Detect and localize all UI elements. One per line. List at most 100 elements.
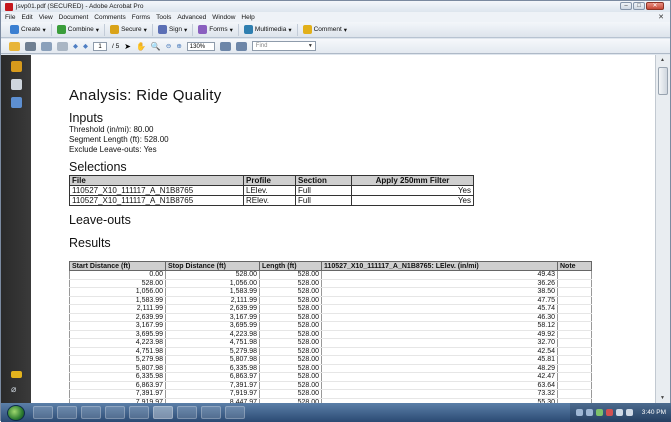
taskbar-app-icon[interactable] bbox=[129, 406, 149, 419]
lock-icon[interactable] bbox=[11, 61, 22, 72]
cell-start-distance: 3,695.99 bbox=[69, 330, 166, 339]
email-icon[interactable] bbox=[57, 41, 68, 51]
chevron-down-icon: ▾ bbox=[95, 26, 100, 34]
menu-comments[interactable]: Comments bbox=[94, 14, 125, 21]
cell-start-distance: 4,223.98 bbox=[69, 338, 166, 348]
scroll-up-icon[interactable]: ▲ bbox=[660, 57, 665, 63]
cell-iri-value: 42.54 bbox=[321, 347, 558, 356]
acrobat-window: jsvp01.pdf (SECURED) - Adobe Acrobat Pro… bbox=[0, 0, 671, 422]
zoom-out-icon[interactable]: ⊖ bbox=[166, 42, 171, 50]
clock[interactable]: 3:40 PM bbox=[642, 409, 666, 416]
open-folder-icon[interactable] bbox=[9, 41, 20, 51]
cell-length: 528.00 bbox=[259, 389, 322, 399]
attachment-icon[interactable]: ⌀ bbox=[11, 385, 22, 396]
pdf-page: Analysis: Ride Quality Inputs Threshold … bbox=[69, 55, 629, 403]
multimedia-label: Multimedia bbox=[254, 26, 287, 33]
taskbar-app-icon[interactable] bbox=[57, 406, 77, 419]
minimize-button[interactable]: – bbox=[620, 2, 632, 10]
marquee-zoom-icon[interactable]: 🔍 bbox=[151, 42, 161, 51]
cell-file: 110527_X10_111117_A_N1B8765 bbox=[69, 195, 244, 206]
table-row: 3,695.99 4,223.98 528.00 49.92 bbox=[69, 330, 592, 339]
print-icon[interactable] bbox=[25, 41, 36, 51]
header-stop-distance: Stop Distance (ft) bbox=[165, 261, 260, 271]
arrow-down-icon[interactable]: ◆ bbox=[83, 42, 88, 50]
cell-iri-value: 36.26 bbox=[321, 279, 558, 288]
selections-table: File Profile Section Apply 250mm Filter … bbox=[69, 175, 474, 206]
select-tool-icon[interactable]: ➤ bbox=[124, 42, 131, 51]
hand-tool-icon[interactable]: ✋ bbox=[136, 42, 146, 51]
header-section: Section bbox=[295, 175, 352, 186]
zoom-in-icon[interactable]: ⊕ bbox=[176, 42, 181, 50]
menu-edit[interactable]: Edit bbox=[21, 14, 32, 21]
full-screen-icon[interactable] bbox=[235, 41, 247, 51]
secure-button[interactable]: Secure ▾ bbox=[105, 23, 153, 36]
scroll-thumb[interactable] bbox=[658, 67, 668, 95]
forms-label: Forms bbox=[209, 26, 228, 33]
cell-note bbox=[557, 296, 592, 305]
close-button[interactable]: ✕ bbox=[646, 2, 664, 10]
table-row: 5,807.98 6,335.98 528.00 48.29 bbox=[69, 364, 592, 373]
cell-note bbox=[557, 279, 592, 288]
window-controls: – □ ✕ bbox=[620, 2, 664, 10]
menu-window[interactable]: Window bbox=[212, 14, 235, 21]
menu-tools[interactable]: Tools bbox=[156, 14, 171, 21]
taskbar-app-icon[interactable] bbox=[81, 406, 101, 419]
pages-icon[interactable] bbox=[11, 79, 22, 90]
comment-button[interactable]: Comment ▾ bbox=[298, 24, 352, 36]
results-table: Start Distance (ft) Stop Distance (ft) L… bbox=[69, 261, 592, 403]
cell-length: 528.00 bbox=[259, 304, 322, 314]
selections-heading: Selections bbox=[69, 160, 127, 174]
menu-help[interactable]: Help bbox=[241, 14, 254, 21]
page-number-input[interactable]: 1 bbox=[93, 41, 107, 51]
save-icon[interactable] bbox=[41, 41, 52, 51]
multimedia-button[interactable]: Multimedia ▾ bbox=[239, 23, 298, 36]
tray-icon[interactable] bbox=[595, 409, 603, 416]
cell-section: Full bbox=[295, 185, 352, 196]
taskbar-app-icon[interactable] bbox=[225, 406, 245, 419]
cell-length: 528.00 bbox=[259, 296, 322, 305]
taskbar-app-icon[interactable] bbox=[105, 406, 125, 419]
menu-forms[interactable]: Forms bbox=[132, 14, 150, 21]
cell-note bbox=[557, 338, 592, 348]
taskbar-acrobat-icon[interactable] bbox=[153, 406, 173, 419]
table-row: 1,056.00 1,583.99 528.00 38.50 bbox=[69, 287, 592, 297]
menu-file[interactable]: File bbox=[5, 14, 15, 21]
tray-icon[interactable] bbox=[575, 409, 583, 416]
maximize-button[interactable]: □ bbox=[633, 2, 645, 10]
zoom-level-select[interactable]: 130% bbox=[186, 41, 215, 51]
network-icon[interactable] bbox=[615, 409, 623, 416]
tray-icon[interactable] bbox=[605, 409, 613, 416]
find-input[interactable]: Find ▼ bbox=[251, 41, 316, 51]
taskbar-app-icon[interactable] bbox=[201, 406, 221, 419]
key-icon[interactable] bbox=[11, 371, 22, 378]
combine-button[interactable]: Combine ▾ bbox=[52, 23, 106, 36]
menu-view[interactable]: View bbox=[39, 14, 53, 21]
taskbar-app-icon[interactable] bbox=[177, 406, 197, 419]
sign-button[interactable]: Sign ▾ bbox=[153, 23, 194, 36]
vertical-scrollbar[interactable]: ▲ ▼ bbox=[655, 55, 670, 403]
results-body: 0.00 528.00 528.00 49.43 528.00 1,056.00 528.0… bbox=[69, 270, 592, 403]
menu-document[interactable]: Document bbox=[59, 14, 89, 21]
volume-icon[interactable] bbox=[625, 409, 633, 416]
fit-page-icon[interactable] bbox=[219, 41, 231, 51]
cell-iri-value: 73.32 bbox=[321, 389, 558, 399]
create-button[interactable]: Create ▾ bbox=[5, 23, 52, 36]
forms-button[interactable]: Forms ▾ bbox=[193, 23, 239, 36]
taskbar-explorer-icon[interactable] bbox=[33, 406, 53, 419]
cell-length: 528.00 bbox=[259, 279, 322, 288]
start-button[interactable] bbox=[7, 404, 25, 421]
system-tray: 3:40 PM bbox=[569, 403, 671, 422]
close-document-icon[interactable]: ✕ bbox=[658, 13, 664, 21]
arrow-up-icon[interactable]: ◆ bbox=[73, 42, 78, 50]
leaveouts-heading: Leave-outs bbox=[69, 213, 131, 227]
chevron-down-icon[interactable]: ▼ bbox=[308, 42, 313, 51]
tray-icon[interactable] bbox=[585, 409, 593, 416]
document-view[interactable]: Analysis: Ride Quality Inputs Threshold … bbox=[31, 55, 655, 403]
scroll-down-icon[interactable]: ▼ bbox=[660, 395, 665, 401]
combine-label: Combine bbox=[67, 26, 94, 33]
bookmarks-icon[interactable] bbox=[11, 97, 22, 108]
cell-note bbox=[557, 389, 592, 399]
header-filter: Apply 250mm Filter bbox=[351, 175, 474, 186]
cell-iri-value: 47.75 bbox=[321, 296, 558, 305]
menu-advanced[interactable]: Advanced bbox=[177, 14, 206, 21]
